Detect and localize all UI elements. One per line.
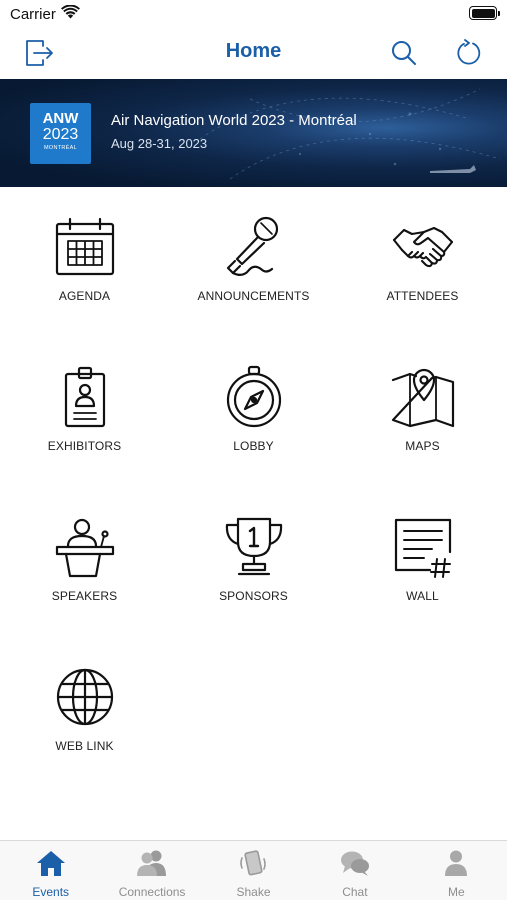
logo-text-line1: ANW: [42, 110, 79, 127]
tab-label: Shake: [236, 885, 271, 899]
microphone-icon: [226, 216, 278, 277]
menu-item-speakers[interactable]: SPEAKERS: [0, 500, 169, 650]
menu-item-exhibitors[interactable]: EXHIBITORS: [0, 350, 169, 500]
wifi-icon: [61, 5, 80, 19]
menu-label: WEB LINK: [55, 739, 114, 753]
menu-item-wall[interactable]: WALL: [338, 500, 507, 650]
menu-label: ATTENDEES: [386, 289, 459, 303]
menu-label: ANNOUNCEMENTS: [197, 289, 310, 303]
tab-me[interactable]: Me: [406, 841, 507, 900]
tab-label: Events: [32, 885, 70, 899]
logo-text-line3: MONTRÉAL: [44, 145, 77, 151]
tab-shake[interactable]: Shake: [203, 841, 304, 900]
id-badge-icon: [64, 366, 105, 428]
navigation-bar: Home: [0, 28, 507, 78]
menu-label: SPONSORS: [219, 589, 288, 603]
tab-events[interactable]: Events: [0, 841, 101, 900]
menu-label: AGENDA: [58, 289, 111, 303]
event-title: Air Navigation World 2023 - Montréal: [111, 112, 357, 129]
menu-label: WALL: [406, 589, 439, 603]
search-icon[interactable]: [387, 36, 421, 70]
logo-text-line2: 2023: [42, 126, 79, 143]
event-banner[interactable]: ANW 2023 MONTRÉAL: [0, 79, 507, 187]
event-logo: ANW 2023 MONTRÉAL: [30, 103, 91, 164]
tab-connections[interactable]: Connections: [101, 841, 202, 900]
calendar-icon: [55, 217, 114, 276]
menu-item-maps[interactable]: MAPS: [338, 350, 507, 500]
speaker-podium-icon: [55, 518, 114, 578]
home-icon: [36, 851, 65, 876]
menu-item-lobby[interactable]: LOBBY: [169, 350, 338, 500]
menu-label: SPEAKERS: [51, 589, 118, 603]
person-icon: [445, 850, 468, 876]
menu-item-announcements[interactable]: ANNOUNCEMENTS: [169, 200, 338, 350]
chat-icon: [340, 851, 369, 876]
connections-icon: [137, 850, 167, 876]
event-dates: Aug 28-31, 2023: [111, 136, 208, 151]
menu-label: LOBBY: [233, 439, 274, 453]
shake-phone-icon: [240, 850, 267, 876]
handshake-icon: [392, 226, 453, 268]
compass-icon: [226, 365, 281, 428]
menu-label: EXHIBITORS: [47, 439, 122, 453]
menu-item-web-link[interactable]: WEB LINK: [0, 650, 169, 800]
tab-bar: Events Connections Shake Chat Me: [0, 840, 507, 900]
trophy-icon: [225, 517, 282, 576]
carrier-label: Carrier: [10, 6, 56, 23]
tab-label: Me: [447, 885, 465, 899]
status-bar: Carrier: [0, 0, 507, 28]
refresh-icon[interactable]: [452, 36, 486, 70]
tab-chat[interactable]: Chat: [304, 841, 405, 900]
tab-label: Chat: [342, 885, 368, 899]
battery-icon: [469, 6, 500, 20]
menu-label: MAPS: [405, 439, 440, 453]
tab-label: Connections: [118, 885, 186, 899]
map-icon: [391, 368, 454, 428]
page-title: Home: [225, 40, 282, 62]
menu-item-sponsors[interactable]: SPONSORS: [169, 500, 338, 650]
globe-icon: [56, 668, 113, 726]
menu-item-agenda[interactable]: AGENDA: [0, 200, 169, 350]
wall-icon: [394, 518, 451, 578]
menu-item-attendees[interactable]: ATTENDEES: [338, 200, 507, 350]
